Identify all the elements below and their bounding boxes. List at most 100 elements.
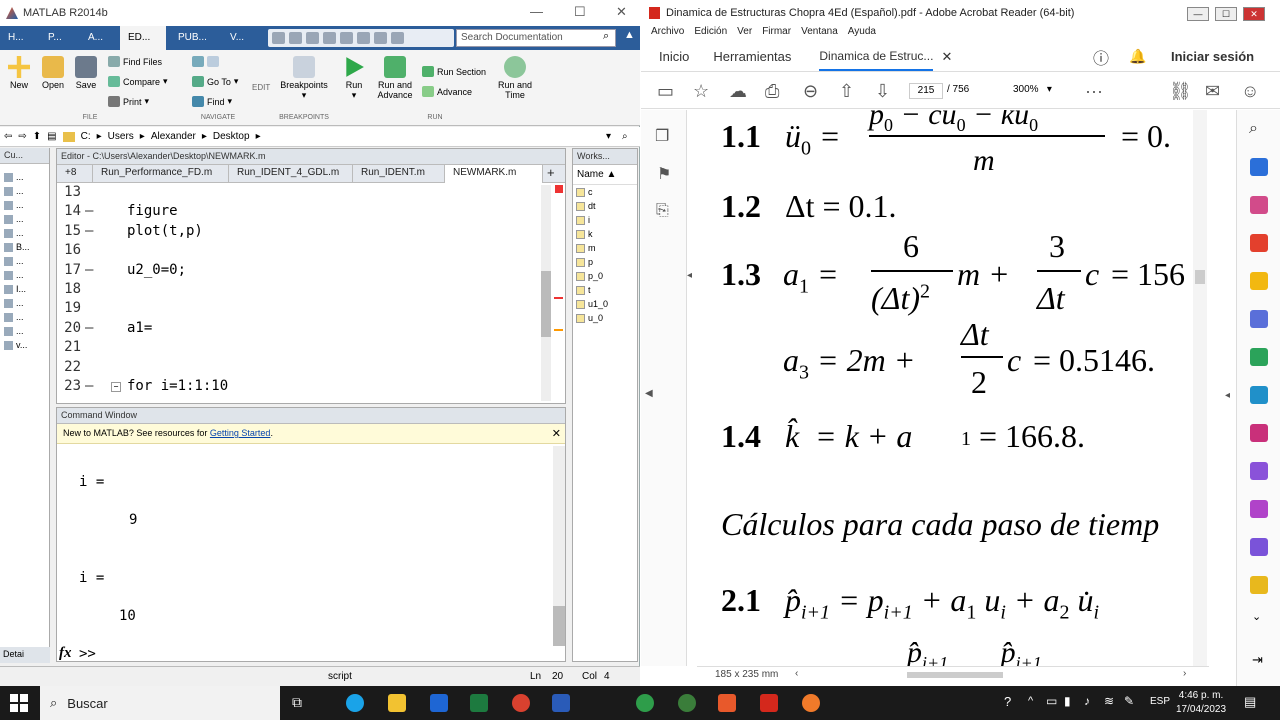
zoom-out-icon[interactable]: ⊖	[803, 81, 818, 102]
command-window[interactable]: Command Window New to MATLAB? See resour…	[56, 407, 566, 662]
undo-icon[interactable]	[340, 32, 353, 44]
back-icon[interactable]	[192, 56, 204, 67]
tray-overflow-icon[interactable]: ^	[1028, 695, 1033, 707]
compare-button[interactable]: Compare ▾	[108, 76, 168, 87]
pen-icon[interactable]: ✎	[1124, 694, 1134, 708]
switch-windows-icon[interactable]	[374, 32, 387, 44]
zoom-select[interactable]: 300% ▾	[1013, 84, 1052, 95]
dropdown-icon[interactable]: ▾	[606, 131, 611, 142]
help-icon[interactable]	[391, 32, 404, 44]
redo-icon[interactable]	[357, 32, 370, 44]
expand-tools-icon[interactable]: ⌄	[1252, 610, 1261, 623]
language-indicator[interactable]: ESP	[1150, 696, 1170, 707]
matlab-taskbar-icon[interactable]	[718, 694, 736, 712]
bell-icon[interactable]: 🔔	[1129, 48, 1146, 65]
workspace-variable[interactable]: c	[573, 185, 637, 199]
workspace-name-column[interactable]: Name ▲	[573, 165, 637, 185]
code-line[interactable]: 17– u2_0=0;	[57, 262, 553, 281]
edit-group-button[interactable]: EDIT	[252, 83, 270, 92]
menu-edicion[interactable]: Edición	[694, 26, 727, 42]
create-pdf-icon[interactable]	[1250, 234, 1268, 252]
export-pdf-icon[interactable]	[1250, 158, 1268, 176]
scroll-right-icon[interactable]: ›	[1183, 668, 1186, 679]
browse-icon[interactable]: ▤	[47, 131, 56, 142]
comment-icon[interactable]	[1250, 272, 1268, 290]
go-to-button[interactable]: Go To ▾	[192, 76, 238, 87]
star-icon[interactable]: ☆	[693, 81, 709, 102]
more-tools-icon[interactable]: ···	[1085, 81, 1103, 102]
code-line[interactable]: 19	[57, 300, 553, 319]
workspace-variable[interactable]: k	[573, 227, 637, 241]
collapse-ribbon-icon[interactable]: ▲	[624, 29, 635, 41]
dropbox-icon[interactable]	[430, 694, 448, 712]
minimize-icon[interactable]: —	[1187, 7, 1209, 21]
chrome-profile-icon[interactable]	[636, 694, 654, 712]
page-up-icon[interactable]: ⇧	[839, 81, 854, 102]
tab-editor[interactable]: ED...	[120, 26, 166, 50]
folder-item[interactable]: ...	[0, 254, 49, 268]
copy-icon[interactable]	[306, 32, 319, 44]
code-line[interactable]: 13	[57, 184, 553, 203]
tab-overflow[interactable]: +8	[57, 165, 93, 183]
back-icon[interactable]: ⇦	[4, 131, 12, 142]
new-tab-button[interactable]: +	[543, 165, 559, 183]
run-and-advance-button[interactable]: Run and Advance	[374, 56, 416, 100]
close-banner-icon[interactable]: ✕	[552, 427, 561, 440]
breakpoint-dash[interactable]: –	[85, 320, 93, 336]
scroll-left-icon[interactable]: ‹	[795, 668, 798, 679]
workspace-variable[interactable]: u1_0	[573, 297, 637, 311]
collapse-right-icon[interactable]: ◂	[1225, 390, 1230, 401]
folder-item[interactable]: ...	[0, 170, 49, 184]
close-tab-icon[interactable]: ✕	[941, 49, 952, 65]
command-scrollbar[interactable]	[553, 446, 565, 646]
workspace-variable[interactable]: p_0	[573, 269, 637, 283]
compress-pdf-icon[interactable]	[1250, 348, 1268, 366]
maximize-icon[interactable]: ☐	[1215, 7, 1237, 21]
code-line[interactable]: 23– for i=1:1:10−	[57, 378, 553, 397]
chrome-profile-2-icon[interactable]	[678, 694, 696, 712]
folder-item[interactable]: ...	[0, 296, 49, 310]
find-button[interactable]: Find ▾	[192, 96, 232, 107]
edge-icon[interactable]	[346, 694, 364, 712]
combine-files-icon[interactable]	[1250, 310, 1268, 328]
folder-item[interactable]: ...	[0, 226, 49, 240]
open-button[interactable]: Open	[40, 56, 66, 90]
link-icon[interactable]: ⛓	[1169, 81, 1192, 102]
code-line[interactable]: 22	[57, 359, 553, 378]
folder-item[interactable]: ...	[0, 212, 49, 226]
windows-start-icon[interactable]	[10, 694, 28, 712]
upload-icon[interactable]: ☁	[729, 81, 747, 102]
folder-item[interactable]: ...	[0, 184, 49, 198]
menu-firmar[interactable]: Firmar	[762, 26, 791, 42]
bookmark-icon[interactable]: ⚑	[657, 164, 671, 184]
tab-plots[interactable]: P...	[40, 26, 76, 50]
search-documentation-input[interactable]: Search Documentation	[456, 29, 616, 47]
collapse-panel-icon[interactable]: ⇥	[1252, 652, 1263, 668]
menu-ver[interactable]: Ver	[737, 26, 752, 42]
forward-icon[interactable]	[207, 56, 219, 67]
run-section-button[interactable]: Run Section	[422, 66, 486, 77]
request-signature-icon[interactable]	[1250, 500, 1268, 518]
code-area[interactable]: 13 14– figure 15– plot(t,p) 16 17– u2_0=0; 18 19 2…	[57, 184, 553, 403]
sign-in-button[interactable]: Iniciar sesión	[1171, 49, 1254, 64]
scan-ocr-icon[interactable]	[1250, 576, 1268, 594]
page-number-input[interactable]: 215	[909, 83, 943, 99]
search-folder-icon[interactable]: ⌕	[622, 131, 628, 142]
search-icon[interactable]: ⌕	[1249, 120, 1258, 138]
minimize-icon[interactable]: —	[530, 4, 543, 19]
mail-icon[interactable]: ✉	[1205, 81, 1220, 102]
paste-icon[interactable]	[323, 32, 336, 44]
menu-ventana[interactable]: Ventana	[801, 26, 838, 42]
command-prompt[interactable]: >>	[79, 646, 96, 662]
pdf-scrollbar[interactable]	[1193, 110, 1207, 666]
expand-left-panel-icon[interactable]: ◂	[687, 270, 697, 290]
editor-scrollbar[interactable]	[541, 185, 551, 401]
edit-pdf-icon[interactable]	[1250, 386, 1268, 404]
tab-newmark[interactable]: NEWMARK.m	[445, 165, 543, 183]
workspace-variable[interactable]: u_0	[573, 311, 637, 325]
new-button[interactable]: New	[6, 56, 32, 90]
help-tray-icon[interactable]: ?	[1004, 694, 1011, 709]
folder-item[interactable]: ...	[0, 198, 49, 212]
workspace-variable[interactable]: dt	[573, 199, 637, 213]
tab-document[interactable]: Dinamica de Estruc...	[819, 43, 934, 71]
